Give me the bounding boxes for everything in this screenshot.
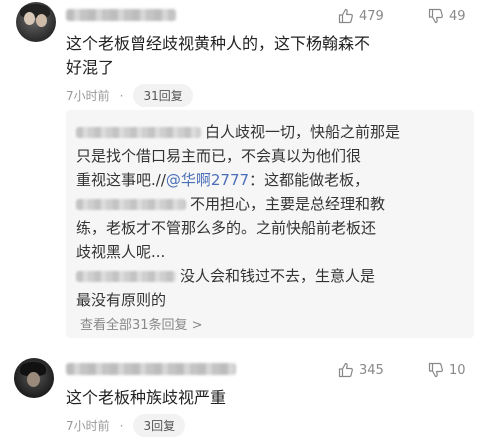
comment-text-line: 这个老板种族歧视严重 [66, 388, 227, 407]
comment-text: 这个老板种族歧视严重 [66, 386, 486, 410]
reply-username-blurred[interactable] [76, 199, 186, 210]
comment-text: 这个老板曾经歧视黄种人的，这下杨翰森不 好混了 [66, 32, 486, 80]
username-blurred[interactable] [66, 9, 176, 21]
reply-username-blurred[interactable] [76, 271, 176, 282]
like-count: 345 [359, 362, 384, 378]
reply-toggle-dot: · [119, 418, 124, 433]
timestamp: 7小时前 [66, 89, 110, 103]
reply-text-line: 只是找个借口易主而已，不会真以为他们很 [76, 147, 362, 165]
reply-text-line: 不用担心，主要是总经理和教 [190, 195, 386, 213]
comment-meta: 7小时前 · 3回复 [66, 414, 186, 437]
user-mention-link[interactable]: @华啊2777 [166, 171, 249, 189]
dislike-button[interactable]: 49 [428, 8, 466, 24]
thumbs-down-icon [428, 362, 444, 378]
reply-text-line: 歧视黑人呢... [76, 243, 166, 261]
reply-username-blurred[interactable] [76, 127, 201, 138]
comment-text-line: 好混了 [66, 58, 115, 77]
view-all-replies-link[interactable]: 查看全部31条回复 > [80, 314, 203, 333]
reply-item[interactable]: 白人歧视一切，快船之前那是 只是找个借口易主而已，不会真以为他们很 重视这事吧.… [76, 120, 468, 192]
reply-item[interactable]: 没人会和钱过不去，生意人是 最没有原则的 [76, 264, 468, 312]
dislike-count: 10 [449, 362, 466, 378]
dislike-count: 49 [449, 8, 466, 24]
reply-text-line: 白人歧视一切，快船之前那是 [205, 123, 401, 141]
reply-text-line: 最没有原则的 [76, 291, 167, 309]
replies-panel: 白人歧视一切，快船之前那是 只是找个借口易主而已，不会真以为他们很 重视这事吧.… [66, 110, 474, 338]
reply-text-line: ：这都能做老板， [249, 171, 370, 189]
like-count: 479 [359, 8, 384, 24]
reply-text-line: 没人会和钱过不去，生意人是 [180, 267, 376, 285]
timestamp: 7小时前 [66, 419, 110, 433]
reply-text-line: 重视这事吧.// [76, 171, 166, 189]
comment-text-line: 这个老板曾经歧视黄种人的，这下杨翰森不 [66, 34, 371, 53]
username-blurred[interactable] [66, 363, 236, 375]
reply-toggle-dot: · [119, 88, 124, 103]
avatar[interactable] [16, 2, 56, 42]
reply-text-line: 练，老板才不管那么多的。之前快船前老板还 [76, 219, 377, 237]
like-button[interactable]: 479 [338, 8, 384, 24]
reply-item[interactable]: 不用担心，主要是总经理和教 练，老板才不管那么多的。之前快船前老板还 歧视黑人呢… [76, 192, 468, 264]
thumbs-up-icon [338, 362, 354, 378]
thumbs-down-icon [428, 8, 444, 24]
comment-item: 345 10 这个老板种族歧视严重 7小时前 · 3回复 [0, 352, 500, 440]
avatar[interactable] [14, 358, 54, 398]
reply-count-button[interactable]: 3回复 [133, 414, 186, 437]
comment-item: 479 49 这个老板曾经歧视黄种人的，这下杨翰森不 好混了 7小时前 · 31… [0, 0, 500, 350]
like-button[interactable]: 345 [338, 362, 384, 378]
comment-meta: 7小时前 · 31回复 [66, 84, 193, 107]
reply-count-button[interactable]: 31回复 [133, 84, 193, 107]
dislike-button[interactable]: 10 [428, 362, 466, 378]
thumbs-up-icon [338, 8, 354, 24]
